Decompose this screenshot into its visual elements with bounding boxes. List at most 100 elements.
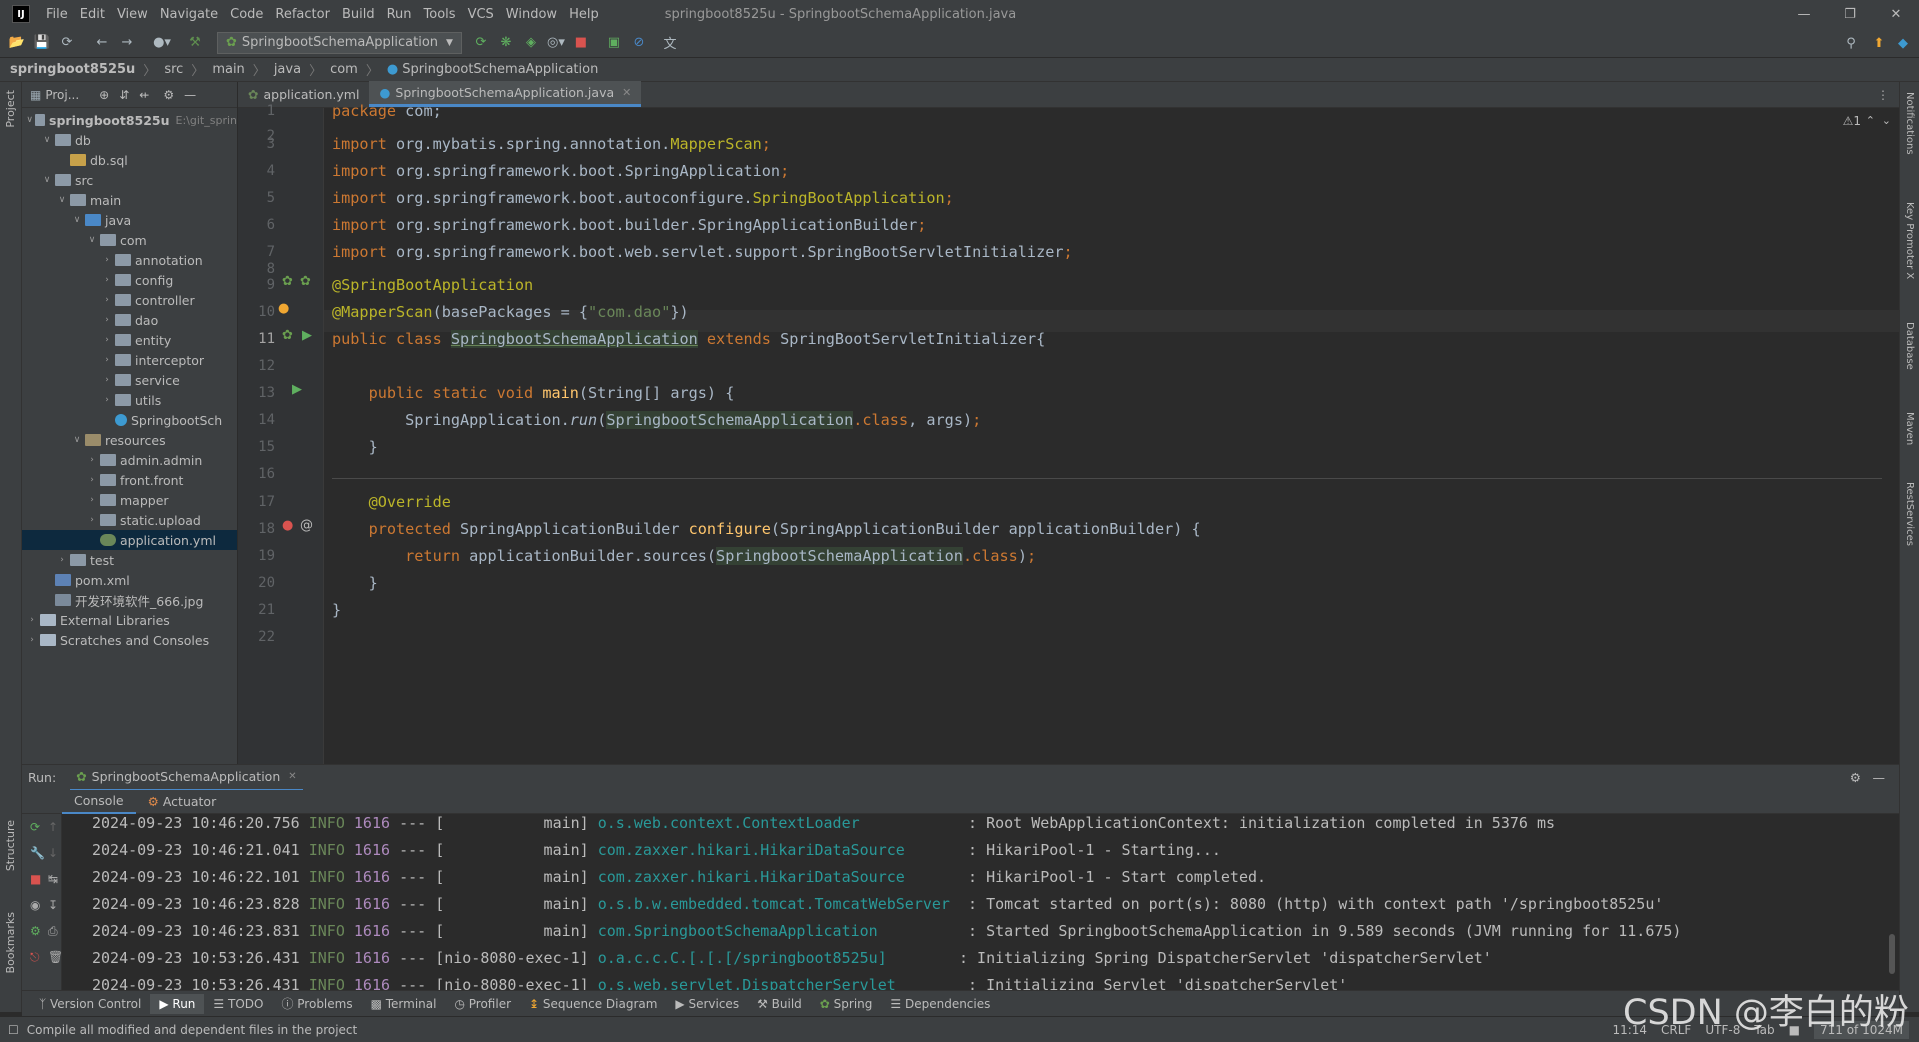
line-number[interactable]: 14 (245, 409, 275, 431)
close-icon[interactable]: ✕ (1873, 0, 1919, 28)
more-tabs-icon[interactable]: ⋮ (1877, 88, 1889, 102)
run-main-icon[interactable]: ▶ (292, 382, 302, 397)
menu-code[interactable]: Code (224, 7, 269, 22)
menu-refactor[interactable]: Refactor (269, 7, 336, 22)
coverage-icon[interactable]: ◈ (520, 32, 542, 54)
hide-run-panel-icon[interactable]: — (1873, 770, 1886, 785)
chevron-right-icon[interactable]: › (86, 455, 98, 465)
line-number[interactable]: 17 (245, 491, 275, 513)
tree-item[interactable]: › Scratches and Consoles (22, 630, 237, 650)
console-scrollbar[interactable] (1889, 934, 1895, 974)
menu-navigate[interactable]: Navigate (154, 7, 224, 22)
menu-file[interactable]: File (40, 7, 74, 22)
tree-item[interactable]: › service (22, 370, 237, 390)
menu-build[interactable]: Build (336, 7, 381, 22)
menu-help[interactable]: Help (563, 7, 605, 22)
minimize-icon[interactable]: — (1781, 0, 1827, 28)
run-config-tab[interactable]: ✿ SpringbootSchemaApplication ✕ (70, 765, 303, 791)
tree-item[interactable]: › interceptor (22, 350, 237, 370)
breadcrumb-class[interactable]: SpringbootSchemaApplication (402, 62, 598, 77)
warning-count-badge[interactable]: ⚠1 (1843, 114, 1861, 128)
save-icon[interactable]: 💾 (31, 32, 53, 54)
tree-item[interactable]: SpringbootSch (22, 410, 237, 430)
restore-layout-icon[interactable]: ⚙ (30, 924, 41, 938)
breadcrumb-src[interactable]: src (164, 62, 183, 77)
stop-icon[interactable]: ■ (30, 872, 41, 886)
search-icon[interactable]: ⚲ (1840, 32, 1862, 54)
menu-edit[interactable]: Edit (74, 7, 111, 22)
line-number[interactable]: 12 (245, 355, 275, 377)
tree-item[interactable]: ∨ db (22, 130, 237, 150)
chevron-down-icon[interactable]: ∨ (86, 235, 98, 245)
project-tool-button[interactable]: Project (4, 90, 17, 128)
chevron-right-icon[interactable]: › (101, 295, 113, 305)
menu-run[interactable]: Run (381, 7, 418, 22)
structure-tool-button[interactable]: Structure (4, 820, 17, 871)
tree-item[interactable]: › utils (22, 390, 237, 410)
line-number[interactable]: 11 (245, 328, 275, 350)
chevron-right-icon[interactable]: › (86, 495, 98, 505)
database-tool-button[interactable]: Database (1904, 322, 1915, 370)
chevron-right-icon[interactable]: › (101, 315, 113, 325)
settings-gear-icon[interactable]: ⚙ (163, 88, 174, 102)
debug-icon[interactable]: ❋ (495, 32, 517, 54)
tool-build[interactable]: ⚒ Build (748, 997, 811, 1011)
sync-icon[interactable]: ⟳ (56, 32, 78, 54)
tree-item[interactable]: › test (22, 550, 237, 570)
breadcrumb-java[interactable]: java (274, 62, 301, 77)
tree-item[interactable]: ∨ resources (22, 430, 237, 450)
maven-tool-button[interactable]: Maven (1904, 412, 1915, 445)
project-panel-title[interactable]: Proj... (45, 88, 79, 102)
tree-item[interactable]: › config (22, 270, 237, 290)
database-icon[interactable]: ▣ (603, 32, 625, 54)
tree-item[interactable]: db.sql (22, 150, 237, 170)
tool-profiler[interactable]: ◷ Profiler (445, 997, 520, 1011)
chevron-right-icon[interactable]: › (101, 355, 113, 365)
menu-tools[interactable]: Tools (418, 7, 462, 22)
line-number[interactable]: 19 (245, 545, 275, 567)
locate-icon[interactable]: ⊕ (99, 88, 109, 102)
camera-icon[interactable]: ◉ (30, 898, 40, 912)
tab-actuator[interactable]: ⚙ Actuator (136, 790, 229, 814)
scroll-end-icon[interactable]: ↧ (48, 898, 58, 912)
chevron-right-icon[interactable]: › (86, 475, 98, 485)
rerun-icon[interactable]: ⟳ (30, 820, 40, 834)
chevron-right-icon[interactable]: › (101, 255, 113, 265)
chevron-down-icon[interactable]: ∨ (26, 115, 33, 125)
tree-item[interactable]: › static.upload (22, 510, 237, 530)
key-promoter-tool-button[interactable]: Key Promoter X (1904, 202, 1915, 279)
tree-item[interactable]: › entity (22, 330, 237, 350)
line-number[interactable]: 13 (245, 382, 275, 404)
tree-item[interactable]: › front.front (22, 470, 237, 490)
chevron-right-icon[interactable]: › (101, 335, 113, 345)
chevron-right-icon[interactable]: › (26, 635, 38, 645)
code-editor[interactable]: ⚠1 ⌃ ⌄ package com; import org.mybatis.s… (324, 102, 1899, 764)
tree-item[interactable]: ∨ com (22, 230, 237, 250)
restore-icon[interactable]: ❐ (1827, 0, 1873, 28)
restservices-tool-button[interactable]: RestServices (1904, 482, 1915, 546)
chevron-down-icon[interactable]: ∨ (71, 215, 83, 225)
chevron-right-icon[interactable]: › (86, 515, 98, 525)
menu-view[interactable]: View (111, 7, 154, 22)
intellij-logo-icon[interactable]: IJ (12, 5, 30, 23)
spring-bean-icon[interactable]: ✿ (282, 328, 293, 343)
line-number[interactable]: 18 (245, 518, 275, 540)
wrench-icon[interactable]: 🔧 (30, 846, 45, 860)
run-settings-gear-icon[interactable]: ⚙ (1850, 770, 1861, 785)
line-number[interactable]: 1 (245, 100, 275, 122)
line-number[interactable]: 3 (245, 133, 275, 155)
menu-window[interactable]: Window (500, 7, 563, 22)
line-number[interactable]: 10 (245, 301, 275, 323)
no-entry-icon[interactable]: ⊘ (628, 32, 650, 54)
down-arrow-icon[interactable]: ↓ (48, 846, 58, 860)
tool-sequence-diagram[interactable]: ↨ Sequence Diagram (520, 997, 666, 1011)
chevron-down-icon[interactable]: ∨ (71, 435, 83, 445)
update-icon[interactable]: ⬆ (1868, 32, 1890, 54)
tree-item[interactable]: ∨ springboot8525u E:\git_sprin (22, 110, 237, 130)
bookmarks-tool-button[interactable]: Bookmarks (4, 912, 17, 973)
collapse-all-icon[interactable]: ⇷ (139, 88, 149, 102)
tree-item[interactable]: pom.xml (22, 570, 237, 590)
tree-item[interactable]: › annotation (22, 250, 237, 270)
tool-problems[interactable]: ⓘ Problems (272, 995, 361, 1012)
line-number[interactable]: 22 (245, 626, 275, 648)
